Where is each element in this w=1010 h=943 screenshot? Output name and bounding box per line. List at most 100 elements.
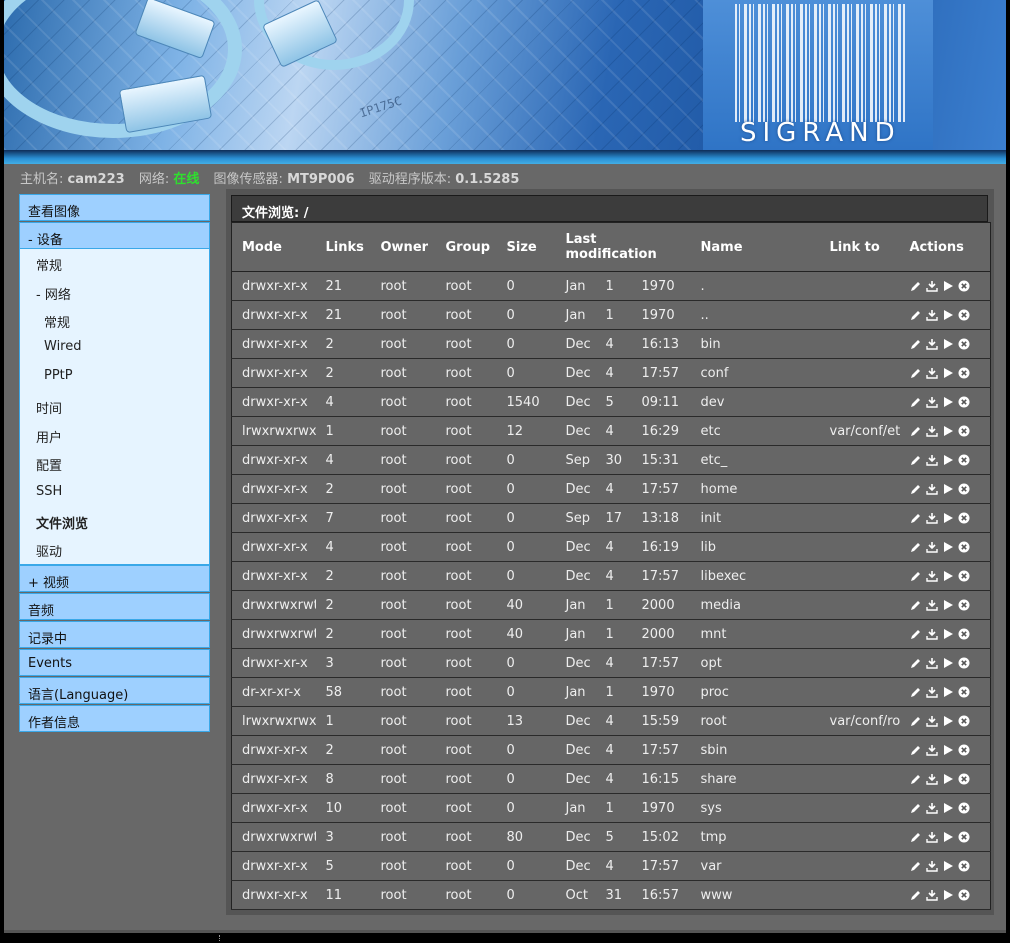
delete-icon[interactable] bbox=[958, 773, 970, 785]
run-icon[interactable] bbox=[942, 367, 954, 379]
download-icon[interactable] bbox=[925, 715, 938, 727]
sidebar-item-network-pptp[interactable]: PPtP bbox=[20, 362, 209, 392]
download-icon[interactable] bbox=[925, 744, 938, 756]
run-icon[interactable] bbox=[942, 657, 954, 669]
cell-name-link[interactable]: media bbox=[690, 590, 820, 620]
run-icon[interactable] bbox=[942, 454, 954, 466]
sidebar-item-language[interactable]: 语言(Language) bbox=[19, 676, 210, 704]
edit-icon[interactable] bbox=[910, 802, 922, 814]
cell-name-link[interactable]: proc bbox=[690, 677, 820, 707]
run-icon[interactable] bbox=[942, 280, 954, 292]
download-icon[interactable] bbox=[925, 628, 938, 640]
download-icon[interactable] bbox=[925, 599, 938, 611]
sidebar-item-file-browser[interactable]: 文件浏览 bbox=[20, 507, 209, 536]
delete-icon[interactable] bbox=[958, 860, 970, 872]
run-icon[interactable] bbox=[942, 425, 954, 437]
download-icon[interactable] bbox=[925, 309, 938, 321]
download-icon[interactable] bbox=[925, 483, 938, 495]
run-icon[interactable] bbox=[942, 599, 954, 611]
cell-name-link[interactable]: tmp bbox=[690, 822, 820, 852]
sidebar-item-view-image[interactable]: 查看图像 bbox=[19, 194, 210, 221]
edit-icon[interactable] bbox=[910, 831, 922, 843]
delete-icon[interactable] bbox=[958, 686, 970, 698]
run-icon[interactable] bbox=[942, 802, 954, 814]
delete-icon[interactable] bbox=[958, 744, 970, 756]
delete-icon[interactable] bbox=[958, 367, 970, 379]
run-icon[interactable] bbox=[942, 773, 954, 785]
edit-icon[interactable] bbox=[910, 367, 922, 379]
edit-icon[interactable] bbox=[910, 599, 922, 611]
delete-icon[interactable] bbox=[958, 483, 970, 495]
edit-icon[interactable] bbox=[910, 425, 922, 437]
download-icon[interactable] bbox=[925, 338, 938, 350]
sidebar-item-network-wired[interactable]: Wired bbox=[20, 333, 209, 362]
delete-icon[interactable] bbox=[958, 657, 970, 669]
cell-name-link[interactable]: conf bbox=[690, 358, 820, 388]
download-icon[interactable] bbox=[925, 686, 938, 698]
edit-icon[interactable] bbox=[910, 454, 922, 466]
delete-icon[interactable] bbox=[958, 396, 970, 408]
column-header-size[interactable]: Size bbox=[496, 222, 556, 272]
run-icon[interactable] bbox=[942, 628, 954, 640]
sidebar-item-devices[interactable]: - 设备 bbox=[19, 222, 210, 249]
download-icon[interactable] bbox=[925, 860, 938, 872]
edit-icon[interactable] bbox=[910, 686, 922, 698]
cell-name-link[interactable]: etc bbox=[690, 416, 820, 446]
delete-icon[interactable] bbox=[958, 338, 970, 350]
edit-icon[interactable] bbox=[910, 744, 922, 756]
column-header-last-modification[interactable]: Last modification bbox=[555, 222, 691, 272]
edit-icon[interactable] bbox=[910, 657, 922, 669]
delete-icon[interactable] bbox=[958, 280, 970, 292]
run-icon[interactable] bbox=[942, 570, 954, 582]
delete-icon[interactable] bbox=[958, 715, 970, 727]
run-icon[interactable] bbox=[942, 831, 954, 843]
run-icon[interactable] bbox=[942, 744, 954, 756]
cell-name-link[interactable]: bin bbox=[690, 329, 820, 359]
delete-icon[interactable] bbox=[958, 541, 970, 553]
cell-name-link[interactable]: lib bbox=[690, 532, 820, 562]
sidebar-item-events[interactable]: Events bbox=[19, 648, 210, 676]
delete-icon[interactable] bbox=[958, 425, 970, 437]
download-icon[interactable] bbox=[925, 280, 938, 292]
cell-name-link[interactable]: var bbox=[690, 851, 820, 881]
download-icon[interactable] bbox=[925, 657, 938, 669]
cell-name-link[interactable]: etc_ bbox=[690, 445, 820, 475]
edit-icon[interactable] bbox=[910, 512, 922, 524]
sidebar-item-config[interactable]: 配置 bbox=[20, 449, 209, 478]
download-icon[interactable] bbox=[925, 396, 938, 408]
download-icon[interactable] bbox=[925, 367, 938, 379]
delete-icon[interactable] bbox=[958, 570, 970, 582]
cell-name-link[interactable]: home bbox=[690, 474, 820, 504]
edit-icon[interactable] bbox=[910, 715, 922, 727]
delete-icon[interactable] bbox=[958, 802, 970, 814]
edit-icon[interactable] bbox=[910, 309, 922, 321]
download-icon[interactable] bbox=[925, 802, 938, 814]
edit-icon[interactable] bbox=[910, 570, 922, 582]
edit-icon[interactable] bbox=[910, 280, 922, 292]
cell-name-link[interactable]: .. bbox=[690, 300, 820, 330]
sidebar-item-network-general[interactable]: 常规 bbox=[20, 306, 209, 333]
edit-icon[interactable] bbox=[910, 628, 922, 640]
edit-icon[interactable] bbox=[910, 483, 922, 495]
download-icon[interactable] bbox=[925, 541, 938, 553]
edit-icon[interactable] bbox=[910, 860, 922, 872]
run-icon[interactable] bbox=[942, 715, 954, 727]
cell-name-link[interactable]: www bbox=[690, 880, 820, 910]
cell-name-link[interactable]: sys bbox=[690, 793, 820, 823]
download-icon[interactable] bbox=[925, 454, 938, 466]
cell-name-link[interactable]: mnt bbox=[690, 619, 820, 649]
sidebar-item-time[interactable]: 时间 bbox=[20, 392, 209, 421]
column-header-name[interactable]: Name bbox=[690, 222, 820, 272]
cell-name-link[interactable]: dev bbox=[690, 387, 820, 417]
delete-icon[interactable] bbox=[958, 599, 970, 611]
edit-icon[interactable] bbox=[910, 889, 922, 901]
download-icon[interactable] bbox=[925, 425, 938, 437]
delete-icon[interactable] bbox=[958, 512, 970, 524]
cell-name-link[interactable]: sbin bbox=[690, 735, 820, 765]
edit-icon[interactable] bbox=[910, 338, 922, 350]
sidebar-item-network[interactable]: - 网络 bbox=[20, 278, 209, 307]
column-header-mode[interactable]: Mode bbox=[231, 222, 316, 272]
run-icon[interactable] bbox=[942, 889, 954, 901]
cell-name-link[interactable]: opt bbox=[690, 648, 820, 678]
download-icon[interactable] bbox=[925, 889, 938, 901]
